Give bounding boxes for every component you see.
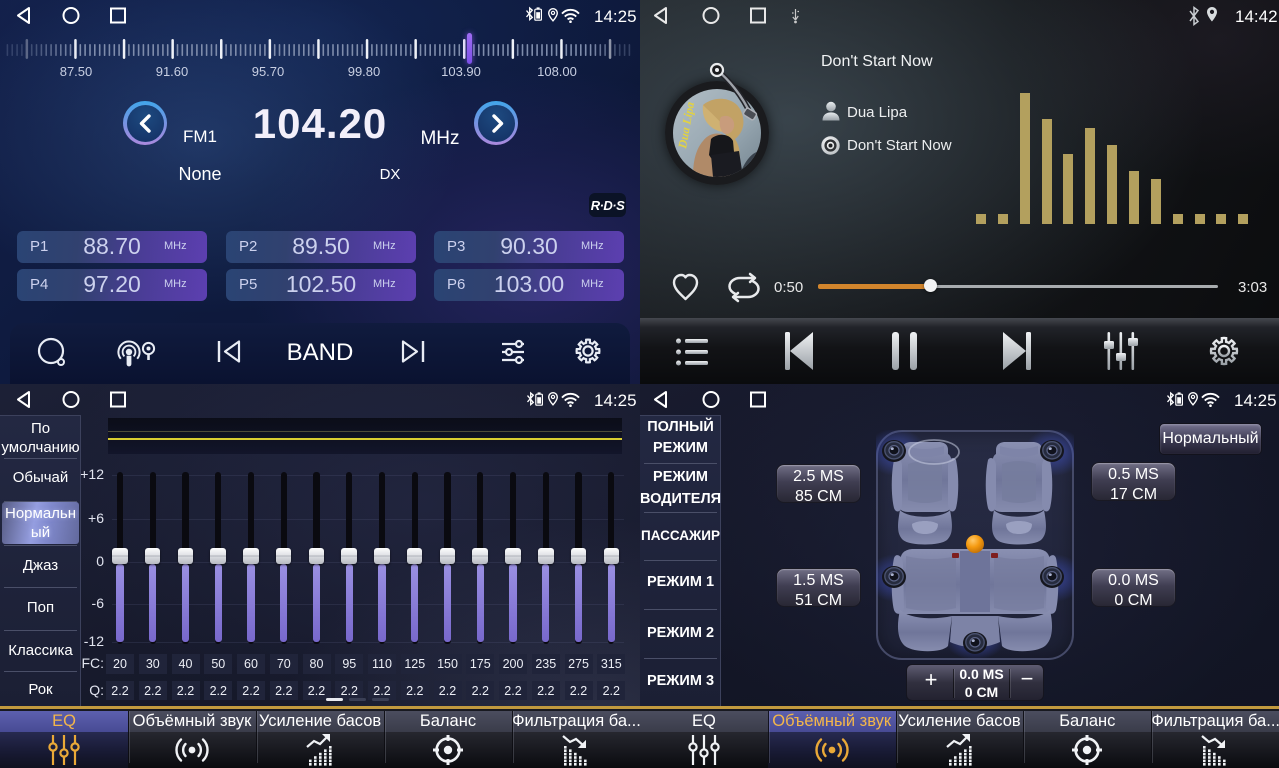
svg-text:BAND: BAND — [287, 339, 354, 366]
